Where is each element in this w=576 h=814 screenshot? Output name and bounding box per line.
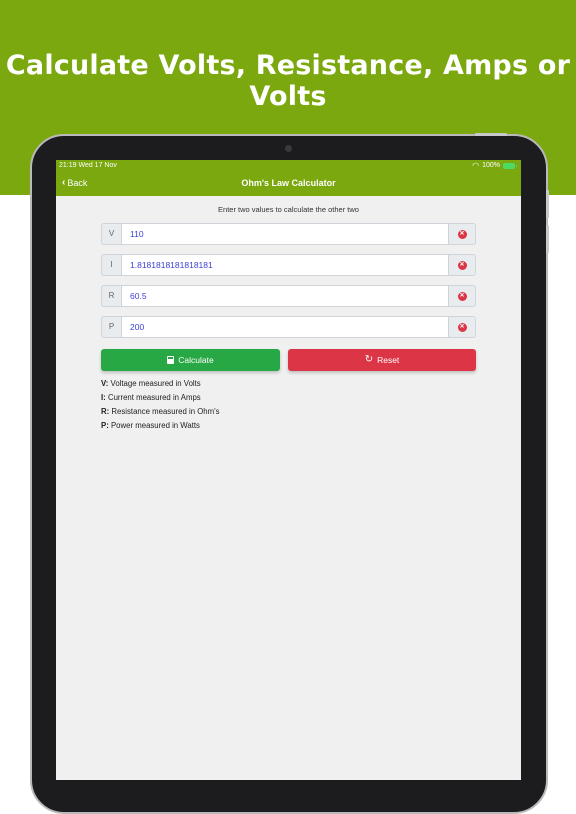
calculate-label: Calculate (178, 355, 214, 365)
current-clear-button[interactable]: ✕ (448, 254, 476, 276)
battery-icon (503, 163, 517, 169)
voltage-label: V (101, 223, 121, 245)
page-title: Ohm's Law Calculator (241, 178, 336, 188)
volume-up-button (546, 190, 549, 218)
clear-circle-icon: ✕ (457, 291, 467, 301)
instructions-text: Enter two values to calculate the other … (218, 205, 359, 214)
legend-text: Power measured in Watts (110, 421, 200, 430)
current-label: I (101, 254, 121, 276)
battery-percent: 100% (482, 162, 500, 169)
clear-circle-icon: ✕ (457, 260, 467, 270)
legend-key: R: (101, 407, 110, 416)
legend-key: P: (101, 421, 109, 430)
status-indicators: ◠ 100% (472, 160, 517, 172)
legend-item: P: Power measured in Watts (101, 419, 220, 433)
legend-text: Voltage measured in Volts (110, 379, 201, 388)
power-clear-button[interactable]: ✕ (448, 316, 476, 338)
camera-icon (285, 145, 292, 152)
reset-label: Reset (377, 355, 400, 365)
app-screen: 21:19 Wed 17 Nov ◠ 100% ‹ Back Ohm's Law… (56, 160, 521, 780)
current-row: I ✕ (101, 254, 476, 276)
voltage-input[interactable] (121, 223, 449, 245)
calculate-button[interactable]: Calculate (101, 349, 280, 371)
legend-text: Resistance measured in Ohm's (111, 407, 220, 416)
status-time: 21:19 Wed 17 Nov (59, 162, 117, 169)
power-row: P ✕ (101, 316, 476, 338)
clear-circle-icon: ✕ (457, 229, 467, 239)
reset-button[interactable]: ↻ Reset (288, 349, 476, 371)
power-label: P (101, 316, 121, 338)
legend-key: I: (101, 393, 106, 402)
current-input[interactable] (121, 254, 449, 276)
resistance-row: R ✕ (101, 285, 476, 307)
status-bar: 21:19 Wed 17 Nov ◠ 100% (56, 160, 521, 172)
resistance-clear-button[interactable]: ✕ (448, 285, 476, 307)
promo-headline: Calculate Volts, Resistance, Amps or Vol… (5, 50, 571, 112)
voltage-row: V ✕ (101, 223, 476, 245)
top-button (475, 133, 507, 136)
legend: V: Voltage measured in Volts I: Current … (101, 377, 220, 433)
calculator-icon (167, 356, 175, 364)
legend-item: I: Current measured in Amps (101, 391, 220, 405)
legend-text: Current measured in Amps (107, 393, 201, 402)
power-input[interactable] (121, 316, 449, 338)
legend-item: R: Resistance measured in Ohm's (101, 405, 220, 419)
refresh-icon: ↻ (364, 354, 374, 365)
resistance-label: R (101, 285, 121, 307)
clear-circle-icon: ✕ (457, 322, 467, 332)
nav-bar: ‹ Back Ohm's Law Calculator (56, 172, 521, 196)
resistance-input[interactable] (121, 285, 449, 307)
wifi-icon: ◠ (472, 161, 480, 170)
volume-down-button (546, 225, 549, 253)
legend-key: V: (101, 379, 109, 388)
voltage-clear-button[interactable]: ✕ (448, 223, 476, 245)
legend-item: V: Voltage measured in Volts (101, 377, 220, 391)
